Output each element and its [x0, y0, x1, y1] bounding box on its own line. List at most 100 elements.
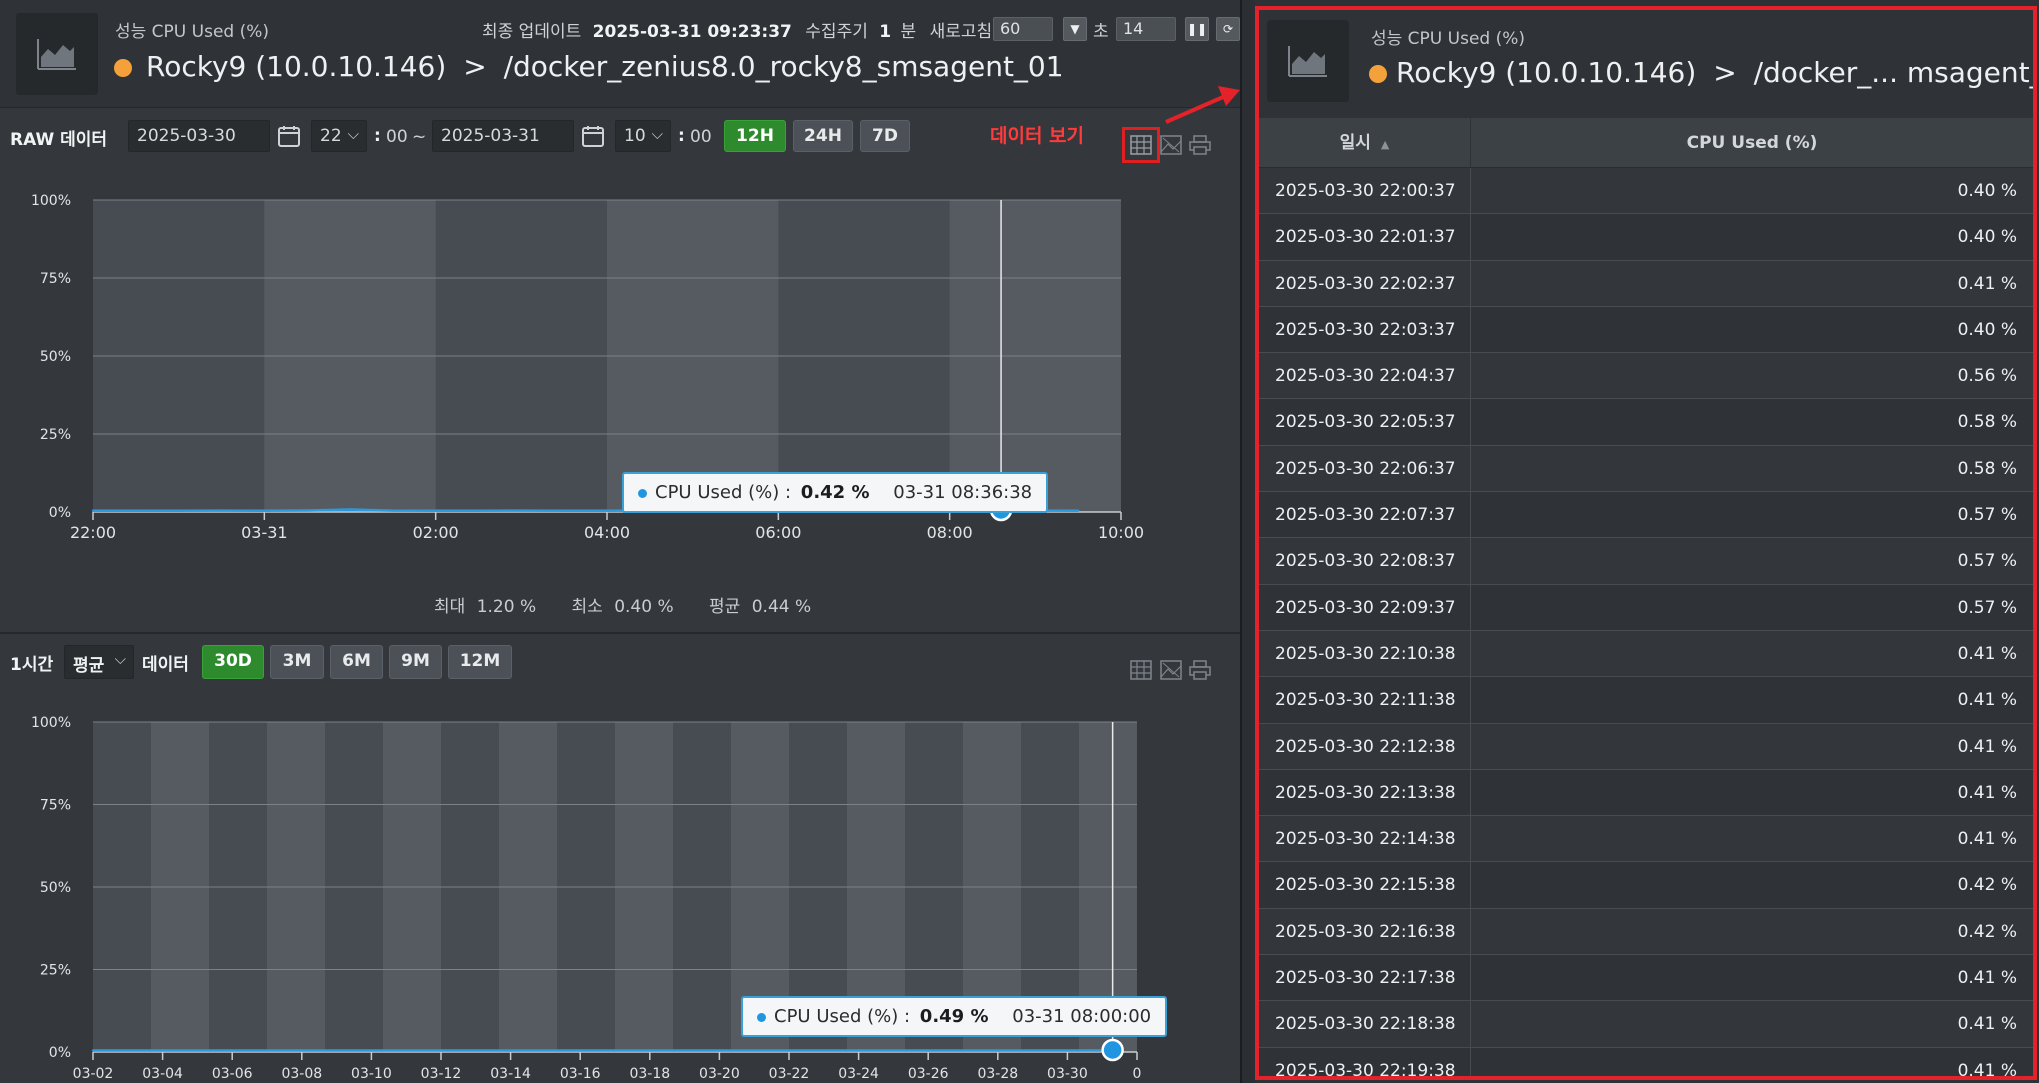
cell-datetime: 2025-03-30 22:15:38	[1259, 862, 1471, 908]
table-row[interactable]: 2025-03-30 22:09:37 0.57 %	[1259, 584, 2033, 631]
end-calendar-icon[interactable]	[581, 124, 607, 150]
table-row[interactable]: 2025-03-30 22:17:38 0.41 %	[1259, 955, 2033, 1002]
table-row[interactable]: 2025-03-30 22:08:37 0.57 %	[1259, 538, 2033, 585]
table-row[interactable]: 2025-03-30 22:03:37 0.40 %	[1259, 306, 2033, 354]
x-tick-label: 06:00	[755, 523, 801, 542]
panel-gap	[1242, 0, 1255, 1083]
table-row[interactable]: 2025-03-30 22:18:38 0.41 %	[1259, 1001, 2033, 1048]
raw-cpu-chart[interactable]: 100% 75% 50% 25% 0% 22:00 03-31 02:00 04:00 06:00…	[0, 180, 1242, 580]
caret-down-icon: ▼	[1070, 22, 1080, 36]
print-icon[interactable]	[1189, 660, 1213, 680]
cell-datetime: 2025-03-30 22:17:38	[1259, 955, 1471, 1001]
cell-cpu-value: 0.41 %	[1957, 829, 2017, 850]
data-label: 데이터	[142, 655, 189, 675]
path-label: /docker_zenius8.0_rocky8_smsagent_01	[503, 50, 1064, 83]
start-date-input[interactable]: 2025-03-30	[128, 120, 270, 152]
x-tick-label: 03-22	[769, 1066, 810, 1082]
data-point	[1076, 509, 1080, 512]
tooltip-value: 0.42 %	[800, 482, 870, 503]
image-export-icon[interactable]	[1160, 660, 1184, 680]
avg-label: 평균	[709, 597, 741, 617]
table-row[interactable]: 2025-03-30 22:05:37 0.58 %	[1259, 399, 2033, 446]
start-hour-select[interactable]: 22 ⌵	[311, 120, 367, 152]
data-point	[263, 509, 266, 512]
cell-cpu-value: 0.56 %	[1957, 366, 2017, 387]
time-colon: :	[374, 126, 381, 146]
y-tick-label: 50%	[40, 880, 71, 896]
data-point	[348, 508, 352, 511]
table-row[interactable]: 2025-03-30 22:19:38 0.41 %	[1259, 1047, 2033, 1076]
table-row[interactable]: 2025-03-30 22:07:37 0.57 %	[1259, 492, 2033, 539]
tooltip-series: CPU Used (%)	[774, 1006, 899, 1027]
interval-label: 수집주기	[805, 22, 868, 42]
data-point	[562, 509, 566, 512]
data-point	[927, 1049, 930, 1052]
range-6m-button[interactable]: 6M	[330, 645, 383, 679]
column-header-time[interactable]: 일시 ▲	[1259, 118, 1471, 167]
table-row[interactable]: 2025-03-30 22:04:37 0.56 %	[1259, 353, 2033, 400]
range-30d-button[interactable]: 30D	[202, 645, 264, 679]
range-7d-button[interactable]: 7D	[860, 120, 910, 152]
y-tick-label: 100%	[31, 715, 71, 731]
data-point	[305, 509, 309, 512]
cell-datetime: 2025-03-30 22:19:38	[1259, 1047, 1471, 1076]
table-view-icon[interactable]	[1130, 660, 1154, 680]
x-tick-label: 03-04	[142, 1066, 183, 1082]
table-row[interactable]: 2025-03-30 22:14:38 0.41 %	[1259, 816, 2033, 863]
performance-panel: 성능 CPU Used (%) Rocky9 (10.0.10.146) > /…	[0, 0, 1242, 1083]
image-export-icon[interactable]	[1160, 135, 1184, 155]
start-calendar-icon[interactable]	[277, 124, 303, 150]
cell-cpu-value: 0.42 %	[1957, 875, 2017, 896]
refresh-button[interactable]: ⟳	[1216, 17, 1240, 41]
x-tick-label: 02:00	[413, 523, 459, 542]
range-24h-button[interactable]: 24H	[793, 120, 853, 152]
y-tick-label: 50%	[40, 349, 71, 365]
print-icon[interactable]	[1189, 135, 1213, 155]
y-tick-label: 0%	[49, 1045, 71, 1061]
table-row[interactable]: 2025-03-30 22:06:37 0.58 %	[1259, 445, 2033, 493]
range-12h-button[interactable]: 12H	[724, 120, 786, 152]
x-tick-label: 03-06	[212, 1066, 253, 1082]
seconds-counter: 14	[1116, 17, 1176, 41]
time-colon: :	[678, 126, 685, 146]
data-point	[857, 1049, 860, 1052]
panel-header: 성능 CPU Used (%) Rocky9 (10.0.10.146) > /…	[0, 0, 1240, 108]
table-row[interactable]: 2025-03-30 22:12:38 0.41 %	[1259, 723, 2033, 770]
range-9m-button[interactable]: 9M	[389, 645, 442, 679]
end-hour-select[interactable]: 10 ⌵	[615, 120, 671, 152]
table-row[interactable]: 2025-03-30 22:00:37 0.40 %	[1259, 168, 2033, 215]
update-info: 최종 업데이트 2025-03-31 09:23:37 수집주기 1 분 새로고…	[482, 17, 992, 42]
data-point	[91, 1049, 95, 1052]
column-header-value[interactable]: CPU Used (%)	[1471, 118, 2033, 167]
avg-value: 0.44 %	[751, 597, 812, 617]
tooltip-sep: :	[903, 1006, 911, 1027]
data-point	[177, 509, 180, 512]
end-date-input[interactable]: 2025-03-31	[432, 120, 574, 152]
table-row[interactable]: 2025-03-30 22:11:38 0.41 %	[1259, 677, 2033, 724]
data-table-body: 2025-03-30 22:00:37 0.40 % 2025-03-30 22:0…	[1259, 168, 2033, 1076]
range-3m-button[interactable]: 3M	[270, 645, 324, 679]
series-dot-icon	[638, 488, 647, 498]
refresh-interval-input[interactable]: 60	[993, 17, 1053, 41]
refresh-dropdown-button[interactable]: ▼	[1063, 17, 1087, 41]
data-point	[231, 1049, 234, 1052]
cell-cpu-value: 0.57 %	[1957, 551, 2017, 572]
table-row[interactable]: 2025-03-30 22:01:37 0.40 %	[1259, 214, 2033, 261]
table-header: 일시 ▲ CPU Used (%)	[1259, 118, 2033, 168]
cell-datetime: 2025-03-30 22:13:38	[1259, 769, 1471, 816]
aggregate-select[interactable]: 평균 ⌵	[64, 645, 134, 679]
table-row[interactable]: 2025-03-30 22:10:38 0.41 %	[1259, 630, 2033, 678]
cell-datetime: 2025-03-30 22:18:38	[1259, 1001, 1471, 1047]
cell-cpu-value: 0.41 %	[1957, 643, 2017, 664]
seconds-label: 초	[1093, 22, 1109, 42]
table-row[interactable]: 2025-03-30 22:02:37 0.41 %	[1259, 260, 2033, 307]
range-12m-button[interactable]: 12M	[448, 645, 512, 679]
start-minute: 00	[386, 127, 408, 147]
pause-button[interactable]: ❚❚	[1185, 17, 1209, 41]
table-row[interactable]: 2025-03-30 22:15:38 0.42 %	[1259, 862, 2033, 909]
path-label: /docker_... msagent_01	[1753, 56, 2033, 89]
table-view-icon[interactable]	[1130, 135, 1154, 155]
table-row[interactable]: 2025-03-30 22:13:38 0.41 %	[1259, 769, 2033, 817]
table-row[interactable]: 2025-03-30 22:16:38 0.42 %	[1259, 908, 2033, 956]
x-tick-label: 03-24	[838, 1066, 879, 1082]
